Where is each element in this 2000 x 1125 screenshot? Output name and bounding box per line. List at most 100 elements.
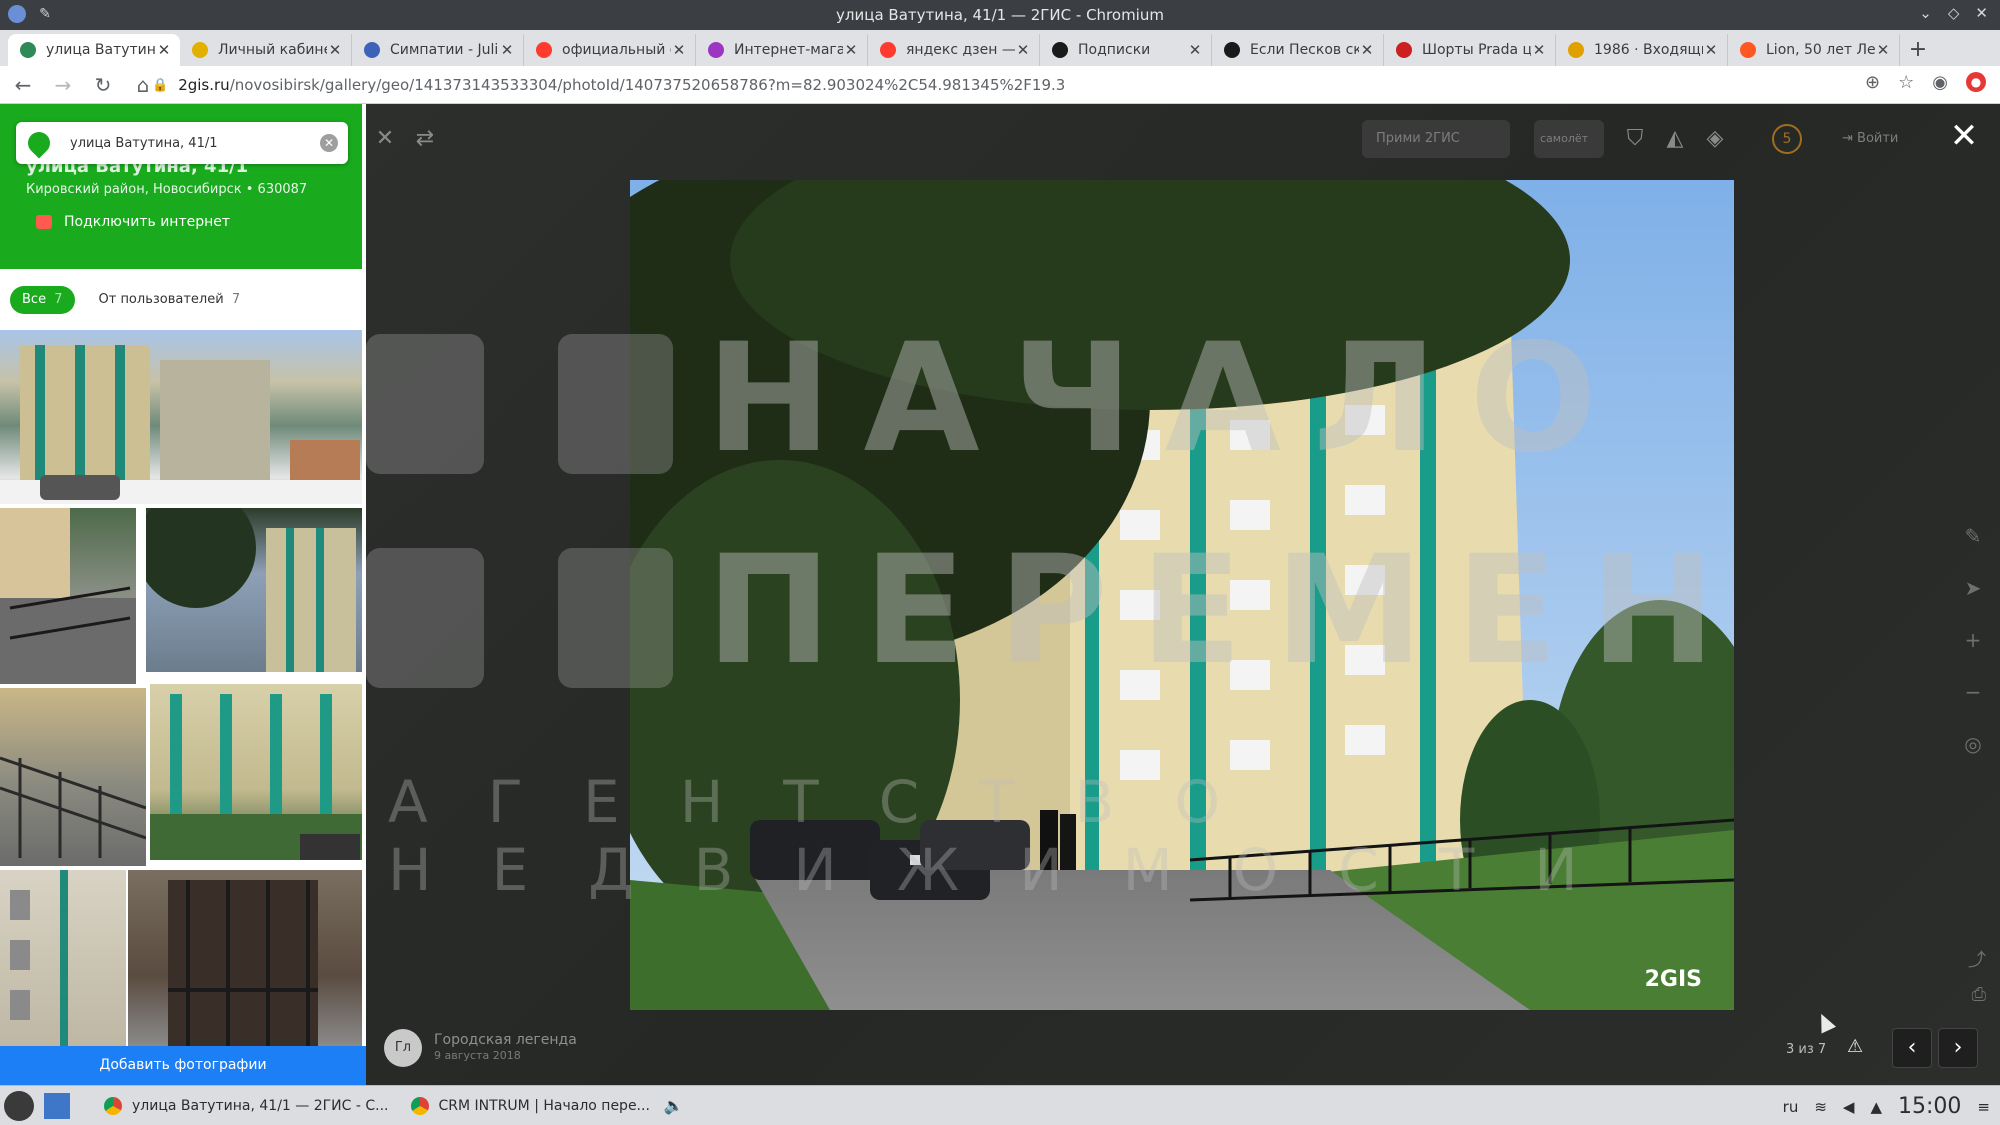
zoom-in-icon[interactable]: +	[1958, 628, 1988, 652]
tab-close-icon[interactable]: ✕	[1531, 41, 1547, 59]
chrome-icon	[410, 1096, 429, 1115]
show-desktop-icon[interactable]	[44, 1092, 70, 1119]
search-value: улица Ватутина, 41/1	[70, 135, 218, 151]
close-panel-icon[interactable]: ✕	[366, 120, 404, 158]
photo-counter: 3 из 7	[1786, 1042, 1827, 1057]
photo-filters: Все 7 От пользователей 7	[10, 286, 252, 314]
tab-6[interactable]: Подписки ✕	[1040, 34, 1212, 66]
stack-icon[interactable]: ◈	[1696, 120, 1734, 158]
filter-users[interactable]: От пользователей 7	[87, 286, 253, 314]
connect-internet-link[interactable]: Подключить интернет	[36, 214, 230, 230]
promo-button[interactable]: Прими 2ГИС	[1362, 120, 1510, 158]
clear-search-icon[interactable]: ✕	[320, 134, 338, 152]
photo-thumbnail[interactable]	[0, 330, 362, 504]
share-icon[interactable]: ⤴	[1968, 946, 1986, 972]
locate-icon[interactable]: ➤	[1958, 576, 1988, 600]
url-path: /novosibirsk/gallery/geo/141373143533304…	[229, 76, 1066, 94]
place-header: улица Ватутина, 41/1 Кировский район, Но…	[0, 104, 362, 269]
menu-icon[interactable]: ≡	[1977, 1098, 1990, 1116]
traffic-icon[interactable]: ⛉	[1616, 120, 1654, 158]
zoom-icon[interactable]: ⊕	[1865, 72, 1880, 93]
tab-close-icon[interactable]: ✕	[499, 41, 515, 59]
taskbar-item-label: улица Ватутина, 41/1 — 2ГИС - C...	[132, 1097, 389, 1114]
tab-4[interactable]: Интернет-магаз ✕	[696, 34, 868, 66]
minimize-icon[interactable]: ⌄	[1919, 4, 1932, 22]
extension-icon[interactable]: ●	[1966, 72, 1986, 92]
tab-close-icon[interactable]: ✕	[1875, 41, 1891, 59]
tab-close-icon[interactable]: ✕	[1359, 41, 1375, 59]
address-bar[interactable]: 🔒 2gis.ru /novosibirsk/gallery/geo/14137…	[152, 70, 1872, 100]
tab-favicon-icon	[536, 42, 552, 58]
photo-thumbnail[interactable]	[128, 870, 362, 1046]
login-button[interactable]: ⇥ Войти	[1828, 120, 1920, 158]
tab-2[interactable]: Симпатии - Julia ✕	[352, 34, 524, 66]
photo-credit: 2GIS	[1644, 967, 1702, 992]
forward-icon[interactable]: →	[46, 68, 80, 102]
add-photo-button[interactable]: Добавить фотографии	[0, 1046, 366, 1085]
tray-expand-icon[interactable]: ▲	[1870, 1098, 1882, 1116]
bookmark-star-icon[interactable]: ☆	[1898, 72, 1914, 93]
tab-9[interactable]: 1986 · Входящие✕	[1556, 34, 1728, 66]
taskbar-item-crm[interactable]: CRM INTRUM | Начало пере...	[410, 1096, 650, 1115]
tab-close-icon[interactable]: ✕	[1187, 41, 1203, 59]
tab-label: Симпатии - Julia	[390, 42, 499, 58]
print-icon[interactable]: ⎙	[1972, 984, 1986, 1005]
reload-icon[interactable]: ↻	[86, 68, 120, 102]
filter-all[interactable]: Все 7	[10, 286, 75, 314]
promo-badge[interactable]: самолёт	[1534, 120, 1604, 158]
tab-close-icon[interactable]: ✕	[843, 41, 859, 59]
search-input[interactable]: улица Ватутина, 41/1 ✕	[16, 122, 348, 164]
tab-5[interactable]: яндекс дзен — Я✕	[868, 34, 1040, 66]
router-icon	[36, 215, 52, 229]
zoom-out-icon[interactable]: −	[1958, 680, 1988, 704]
profile-icon[interactable]: ◉	[1932, 72, 1948, 93]
photo-thumbnail[interactable]	[146, 508, 362, 672]
lock-icon: 🔒	[152, 77, 169, 93]
taskbar: улица Ватутина, 41/1 — 2ГИС - C... CRM I…	[0, 1085, 2000, 1125]
photo-viewer: ✕ ⇄ Прими 2ГИС самолёт ⛉ ◭ ◈ 5 ⇥ Войти ✕	[366, 104, 2000, 1085]
photo-thumbnail[interactable]	[150, 684, 362, 860]
prev-photo-button[interactable]: ‹	[1892, 1028, 1932, 1068]
author-avatar[interactable]: Гл	[384, 1029, 422, 1067]
tab-close-icon[interactable]: ✕	[327, 41, 343, 59]
tab-close-icon[interactable]: ✕	[671, 41, 687, 59]
compass-icon[interactable]: ◎	[1958, 732, 1988, 756]
speaker-icon[interactable]: 🔈	[664, 1096, 684, 1115]
route-icon[interactable]: ⇄	[406, 120, 444, 158]
photo-thumbnail[interactable]	[0, 870, 126, 1046]
filter-users-label: От пользователей	[98, 292, 224, 307]
ruler-icon[interactable]: ✎	[1958, 524, 1988, 548]
network-icon[interactable]: ≋	[1814, 1098, 1827, 1116]
tab-favicon-icon	[708, 42, 724, 58]
viewer-close-icon[interactable]: ✕	[1944, 116, 1984, 156]
tab-close-icon[interactable]: ✕	[156, 41, 172, 59]
back-icon[interactable]: ←	[6, 68, 40, 102]
photo-thumbnail[interactable]	[0, 688, 146, 866]
tab-0[interactable]: улица Ватутина ✕	[8, 34, 180, 66]
maximize-icon[interactable]: ◇	[1948, 4, 1960, 22]
clock[interactable]: 15:00	[1898, 1094, 1961, 1119]
tab-8[interactable]: Шорты Prada цр ✕	[1384, 34, 1556, 66]
window-close-icon[interactable]: ✕	[1975, 4, 1988, 22]
tab-close-icon[interactable]: ✕	[1015, 41, 1031, 59]
taskbar-item-chromium[interactable]: улица Ватутина, 41/1 — 2ГИС - C...	[104, 1096, 389, 1115]
new-tab-icon[interactable]: +	[1900, 34, 1936, 66]
tab-3[interactable]: официальный с ✕	[524, 34, 696, 66]
tab-label: Если Песков ск	[1250, 42, 1359, 58]
tab-7[interactable]: Если Песков ск ✕	[1212, 34, 1384, 66]
layers-icon[interactable]: ◭	[1656, 120, 1694, 158]
count-badge[interactable]: 5	[1772, 124, 1802, 154]
login-label: Войти	[1857, 131, 1899, 146]
photo-thumbnail[interactable]	[0, 508, 136, 684]
browser-toolbar: ← → ↻ ⌂ 🔒 2gis.ru /novosibirsk/gallery/g…	[0, 66, 2000, 104]
tab-1[interactable]: Личный кабине ✕	[180, 34, 352, 66]
keyboard-layout[interactable]: ru	[1783, 1098, 1799, 1116]
report-icon[interactable]: ⚠	[1847, 1036, 1863, 1057]
tab-close-icon[interactable]: ✕	[1703, 41, 1719, 59]
start-menu-icon[interactable]	[4, 1090, 34, 1121]
volume-icon[interactable]: ◀	[1843, 1098, 1855, 1116]
next-photo-button[interactable]: ›	[1938, 1028, 1978, 1068]
chromium-icon	[104, 1096, 122, 1115]
author-name[interactable]: Городская легенда	[434, 1032, 577, 1048]
tab-10[interactable]: Lion, 50 лет Лео ✕	[1728, 34, 1900, 66]
